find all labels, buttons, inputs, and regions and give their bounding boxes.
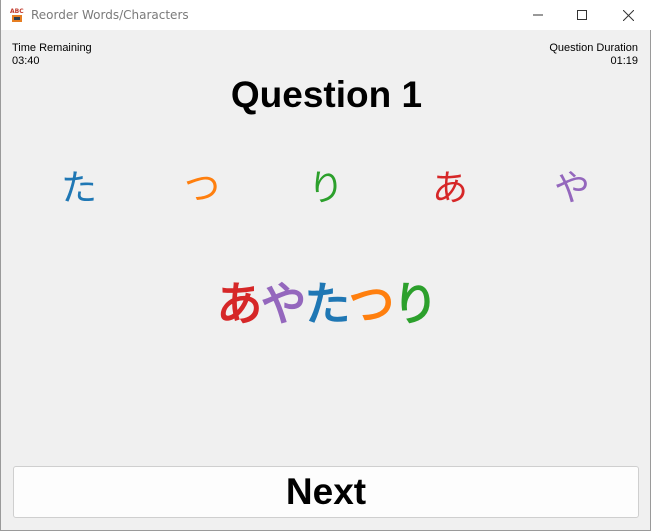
next-button[interactable]: Next [13, 466, 639, 518]
title-bar[interactable]: ABC Reorder Words/Characters [1, 0, 651, 30]
answer-char: た [304, 277, 351, 331]
question-duration-label: Question Duration [549, 42, 638, 54]
question-title: Question 1 [230, 74, 423, 115]
app-window: ABC Reorder Words/Characters Time Remain… [0, 0, 651, 531]
minimize-button[interactable] [515, 0, 561, 30]
close-button[interactable] [605, 0, 651, 30]
close-icon [622, 9, 634, 21]
question-duration: Question Duration 01:19 [549, 42, 638, 68]
window-title: Reorder Words/Characters [31, 8, 189, 22]
answer-char: あ [216, 277, 263, 331]
maximize-button[interactable] [559, 0, 605, 30]
choice-tile[interactable]: あ [420, 160, 480, 210]
question-duration-value: 01:19 [610, 55, 638, 67]
choice-tile[interactable]: り [296, 160, 356, 210]
abc-app-icon: ABC [9, 7, 25, 23]
choice-tile[interactable]: た [49, 160, 109, 210]
choice-tile[interactable]: や [542, 160, 602, 210]
time-remaining: Time Remaining 03:40 [12, 42, 92, 68]
svg-text:ABC: ABC [10, 8, 24, 15]
answer-char: や [260, 277, 307, 331]
choice-tile[interactable]: つ [172, 160, 232, 210]
answer-display: あやたつり [1, 272, 651, 336]
time-remaining-label: Time Remaining [12, 42, 92, 54]
maximize-icon [577, 10, 587, 20]
time-remaining-value: 03:40 [12, 55, 40, 67]
answer-char: つ [348, 277, 395, 331]
character-choices: た つ り あ や [1, 160, 651, 210]
minimize-icon [533, 14, 543, 16]
answer-char: り [392, 277, 439, 331]
